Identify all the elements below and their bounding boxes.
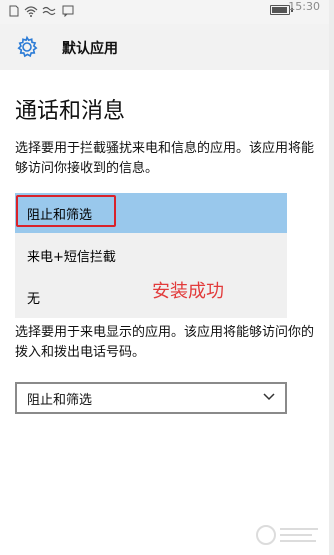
notification-icon	[42, 6, 56, 16]
header-title: 默认应用	[62, 41, 118, 57]
message-icon	[62, 5, 74, 17]
caller-id-dropdown[interactable]: 阻止和筛选	[15, 382, 287, 414]
gear-icon[interactable]	[15, 35, 39, 59]
list-item-call-sms-block[interactable]: 来电+短信拦截	[15, 235, 287, 275]
dropdown-value: 阻止和筛选	[27, 393, 93, 408]
description-blocking: 选择要用于拦截骚扰来电和信息的应用。该应用将能够访问你接收到的信息。	[15, 141, 315, 176]
app-list: 阻止和筛选 来电+短信拦截 无	[15, 193, 287, 318]
page-title: 通话和消息	[15, 99, 126, 124]
sim-icon	[9, 5, 19, 17]
app-header: 默认应用	[0, 24, 334, 70]
status-time: 15:30	[288, 0, 320, 13]
status-bar: 15:30	[0, 0, 334, 25]
description-caller-id: 选择要用于来电显示的应用。该应用将能够访问你的拨入和拨出电话号码。	[15, 325, 315, 360]
list-item-label: 阻止和筛选	[27, 208, 93, 223]
list-item-block-filter[interactable]: 阻止和筛选	[15, 193, 287, 233]
list-item-label: 来电+短信拦截	[27, 250, 116, 265]
battery-icon	[270, 5, 293, 15]
scrollbar-track[interactable]	[329, 0, 334, 555]
install-success-annotation: 安装成功	[152, 281, 224, 302]
watermark-logo	[256, 525, 318, 545]
chevron-down-icon	[263, 393, 275, 401]
list-item-label: 无	[27, 292, 41, 307]
wifi-icon	[24, 6, 38, 17]
list-item-none[interactable]: 无	[15, 277, 287, 317]
